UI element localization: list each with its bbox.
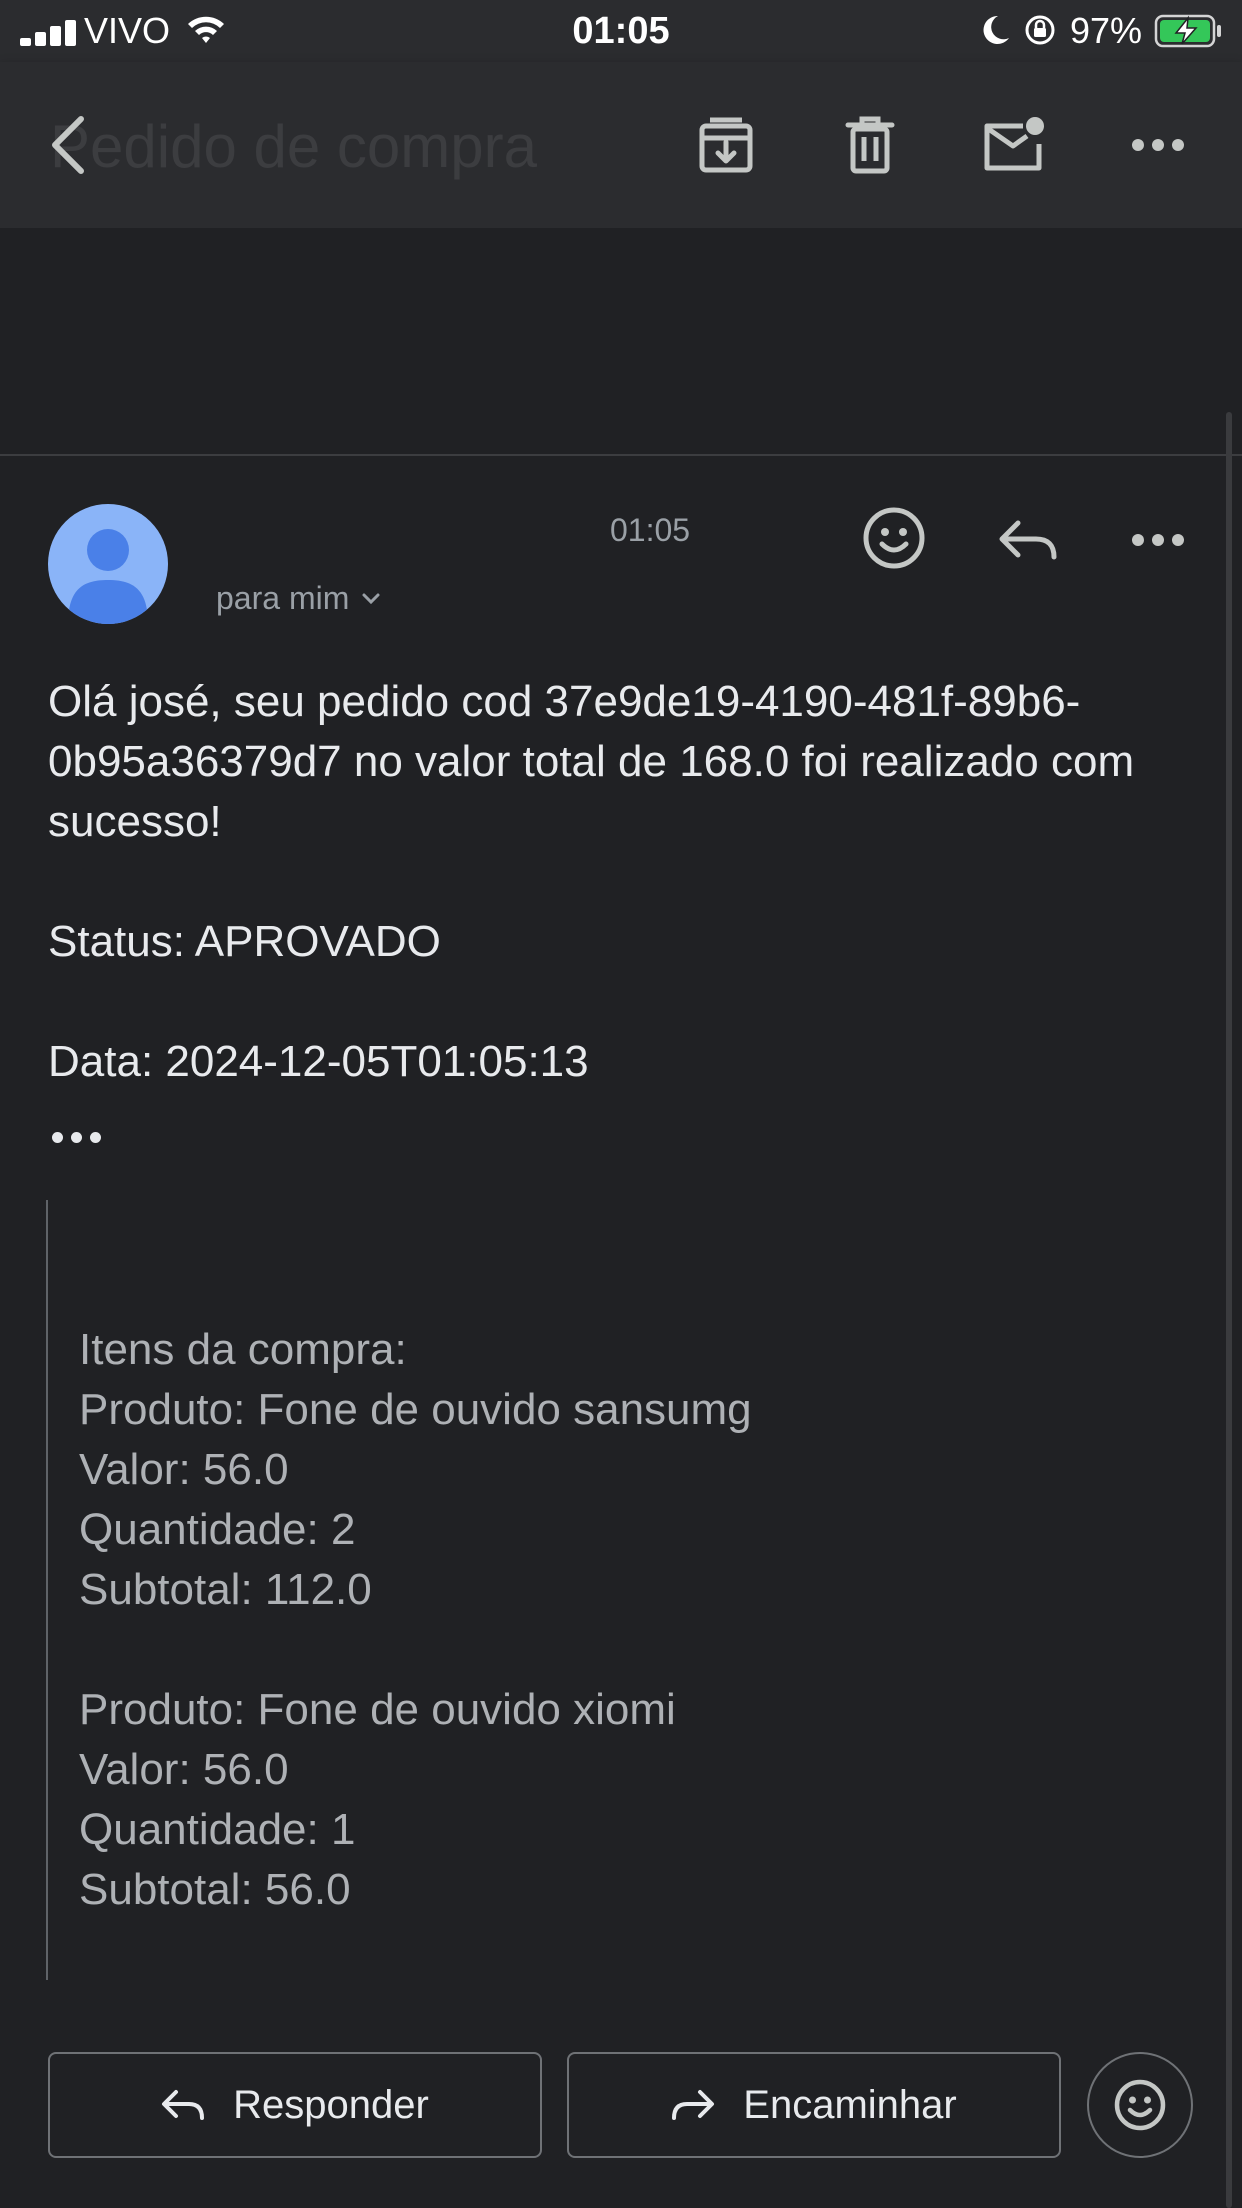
item-product: Produto: Fone de ouvido xiomi [79, 1685, 676, 1734]
emoji-icon [1114, 2079, 1166, 2131]
recipient-dropdown[interactable]: para mim [216, 580, 381, 617]
sender-avatar[interactable] [48, 504, 168, 624]
body-greeting: Olá josé, seu pedido cod 37e9de19-4190-4… [48, 677, 1135, 846]
person-icon [68, 529, 148, 624]
reply-label: Responder [233, 2082, 429, 2127]
battery-percent: 97% [1070, 10, 1143, 51]
archive-button[interactable] [686, 105, 766, 185]
item-value: Valor: 56.0 [79, 1745, 289, 1794]
subject-area [0, 228, 1242, 454]
chevron-down-icon [362, 593, 380, 604]
message-body: Olá josé, seu pedido cod 37e9de19-4190-4… [48, 672, 1198, 1092]
battery-charging-icon [1154, 14, 1221, 48]
back-arrow-icon [52, 116, 84, 174]
back-button[interactable] [30, 105, 110, 185]
mark-unread-mail-icon [984, 117, 1044, 171]
react-button[interactable] [1087, 2052, 1193, 2158]
top-app-bar: Pedido de compra [0, 62, 1242, 228]
message-time: 01:05 [610, 512, 691, 548]
items-heading: Itens da compra: [79, 1325, 407, 1374]
email-subject: Pedido de compra [50, 113, 537, 180]
orientation-lock-icon [1025, 15, 1055, 45]
more-horizontal-icon [1132, 534, 1184, 546]
body-status: Status: APROVADO [48, 917, 441, 966]
divider [0, 454, 1242, 456]
scrollbar[interactable] [1226, 412, 1232, 2208]
item-product: Produto: Fone de ouvido sansumg [79, 1385, 752, 1434]
item-quantity: Quantidade: 1 [79, 1805, 356, 1854]
item-value: Valor: 56.0 [79, 1445, 289, 1494]
status-bar: VIVO 01:05 97% [0, 0, 1242, 62]
show-trimmed-content-button[interactable] [52, 1128, 106, 1148]
more-options-button[interactable] [1118, 105, 1198, 185]
quote-bar [46, 1200, 48, 1980]
item-subtotal: Subtotal: 56.0 [79, 1865, 351, 1914]
reply-button[interactable] [988, 500, 1068, 580]
item-subtotal: Subtotal: 112.0 [79, 1565, 372, 1614]
reply-action-button[interactable]: Responder [48, 2052, 542, 2158]
trash-icon [845, 116, 895, 174]
archive-icon [699, 117, 753, 173]
forward-label: Encaminhar [743, 2082, 957, 2127]
reply-icon [999, 520, 1057, 560]
item-quantity: Quantidade: 2 [79, 1505, 356, 1554]
body-date: Data: 2024-12-05T01:05:13 [48, 1037, 589, 1086]
quoted-content: Itens da compra: Produto: Fone de ouvido… [79, 1320, 1179, 1920]
do-not-disturb-moon-icon [983, 15, 1009, 44]
forward-icon [672, 2090, 715, 2120]
recipient-label: para mim [216, 580, 350, 616]
delete-button[interactable] [830, 105, 910, 185]
reply-icon [162, 2090, 205, 2120]
message-more-button[interactable] [1118, 500, 1198, 580]
add-reaction-icon[interactable] [858, 502, 930, 574]
more-horizontal-icon [1132, 139, 1184, 151]
mark-unread-button[interactable] [973, 105, 1053, 185]
forward-action-button[interactable]: Encaminhar [567, 2052, 1061, 2158]
